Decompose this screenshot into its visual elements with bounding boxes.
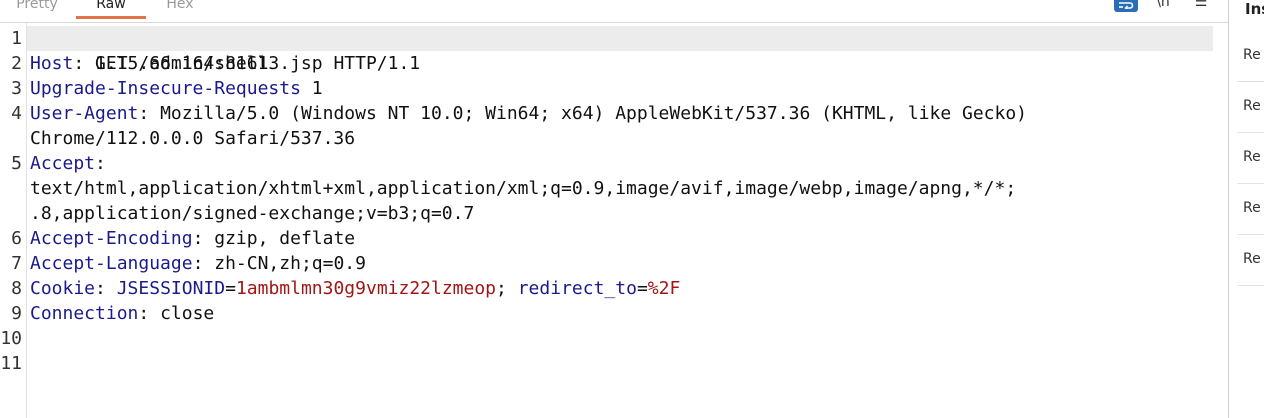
header-name: Accept-Language — [30, 253, 193, 274]
header-separator: : — [73, 53, 96, 74]
inspector-section[interactable]: Re — [1237, 133, 1264, 184]
active-tab-indicator — [76, 16, 146, 19]
header-user-agent-continued[interactable]: Chrome/112.0.0.0 Safari/537.36 — [30, 126, 355, 151]
wrap-lines-icon — [1119, 2, 1134, 9]
editor-menu-button[interactable]: ☰ — [1190, 0, 1212, 14]
header-name: Upgrade-Insecure-Requests — [30, 78, 301, 99]
header-separator — [301, 78, 312, 99]
wrap-lines-button[interactable] — [1114, 0, 1138, 12]
header-value: 1.15.66.164:8161 — [95, 53, 269, 74]
cookie-value-redirect-to: %2F — [647, 278, 681, 299]
inspector-section[interactable]: Re — [1237, 82, 1264, 133]
cookie-name-redirect-to: redirect_to — [517, 278, 637, 299]
line-number: 9 — [11, 303, 22, 324]
header-value: Chrome/112.0.0.0 Safari/537.36 — [30, 128, 356, 149]
inspector-section-label: Re — [1243, 149, 1261, 165]
header-accept-continued[interactable]: .8,application/signed-exchange;v=b3;q=0.… — [30, 201, 474, 226]
header-accept-encoding[interactable]: Accept-Encoding: gzip, deflate — [30, 226, 355, 251]
header-host[interactable]: Host: 1.15.66.164:8161 — [30, 51, 268, 76]
line-number: 11 — [0, 353, 22, 374]
header-value: .8,application/signed-exchange;v=b3;q=0.… — [30, 203, 475, 224]
header-separator: : — [192, 253, 215, 274]
header-connection[interactable]: Connection: close — [30, 301, 214, 326]
show-newlines-button[interactable]: \n — [1152, 0, 1174, 14]
header-separator: : — [192, 228, 215, 249]
inspector-section-label: Re — [1243, 98, 1261, 114]
header-accept[interactable]: Accept: — [30, 151, 106, 176]
line-number: 1 — [11, 28, 22, 49]
header-accept-language[interactable]: Accept-Language: zh-CN,zh;q=0.9 — [30, 251, 366, 276]
line-number: 3 — [11, 78, 22, 99]
header-value: gzip, deflate — [214, 228, 356, 249]
tab-hex[interactable]: Hex — [160, 0, 200, 19]
tab-pretty[interactable]: Pretty — [12, 0, 62, 19]
header-value: 1 — [311, 78, 323, 99]
inspector-section-label: Re — [1243, 251, 1261, 267]
header-separator: : — [95, 278, 117, 299]
http-request-editor-window: Pretty Raw Hex \n ☰ 1 2 3 4 5 6 7 8 9 10… — [0, 0, 1264, 418]
cookie-delimiter: ; — [496, 278, 518, 299]
header-name: User-Agent — [30, 103, 139, 124]
header-name: Accept-Encoding — [30, 228, 193, 249]
inspector-section[interactable]: Re — [1237, 31, 1264, 82]
header-value: zh-CN,zh;q=0.9 — [214, 253, 366, 274]
line-number-gutter: 1 2 3 4 5 6 7 8 9 10 11 — [0, 23, 27, 418]
header-name: Host — [30, 53, 74, 74]
message-view-tabbar: Pretty Raw Hex \n ☰ — [0, 0, 1228, 23]
line-number: 4 — [11, 103, 22, 124]
header-value: text/html,application/xhtml+xml,applicat… — [30, 178, 1017, 199]
cookie-value-jsessionid: 1ambmlmn30g9vmiz22lzmeop — [235, 278, 497, 299]
inspector-section-label: Re — [1243, 200, 1261, 216]
line-number: 10 — [0, 328, 22, 349]
header-user-agent[interactable]: User-Agent: Mozilla/5.0 (Windows NT 10.0… — [30, 101, 1027, 126]
cookie-name-jsessionid: JSESSIONID — [116, 278, 226, 299]
header-separator: : — [95, 153, 106, 174]
inspector-section-label: Re — [1243, 47, 1261, 63]
header-separator: : — [138, 103, 161, 124]
header-value: close — [160, 303, 215, 324]
header-accept-continued[interactable]: text/html,application/xhtml+xml,applicat… — [30, 176, 1016, 201]
line-number: 7 — [11, 253, 22, 274]
header-separator: : — [138, 303, 161, 324]
line-number: 2 — [11, 53, 22, 74]
raw-request-editor[interactable]: 1 2 3 4 5 6 7 8 9 10 11 GET /admin/shell… — [0, 23, 1228, 418]
inspector-title: Ins — [1245, 0, 1264, 18]
line-number: 5 — [11, 153, 22, 174]
header-name: Cookie — [30, 278, 96, 299]
header-name: Accept — [30, 153, 96, 174]
cookie-equals: = — [636, 278, 648, 299]
inspector-section[interactable]: Re — [1237, 184, 1264, 235]
inspector-section[interactable]: Re — [1237, 235, 1264, 286]
line-number: 6 — [11, 228, 22, 249]
line-number: 8 — [11, 278, 22, 299]
inspector-panel: Ins Re Re Re Re Re — [1228, 0, 1264, 418]
newline-icon: \n — [1156, 0, 1170, 10]
header-value: Mozilla/5.0 (Windows NT 10.0; Win64; x64… — [160, 103, 1028, 124]
header-name: Connection — [30, 303, 139, 324]
tab-raw-label: Raw — [96, 0, 126, 12]
header-cookie[interactable]: Cookie: JSESSIONID=1ambmlmn30g9vmiz22lzm… — [30, 276, 680, 301]
cookie-equals: = — [225, 278, 236, 299]
hamburger-menu-icon: ☰ — [1194, 0, 1208, 10]
tab-raw[interactable]: Raw — [76, 0, 146, 19]
header-upgrade-insecure-requests[interactable]: Upgrade-Insecure-Requests 1 — [30, 76, 323, 101]
